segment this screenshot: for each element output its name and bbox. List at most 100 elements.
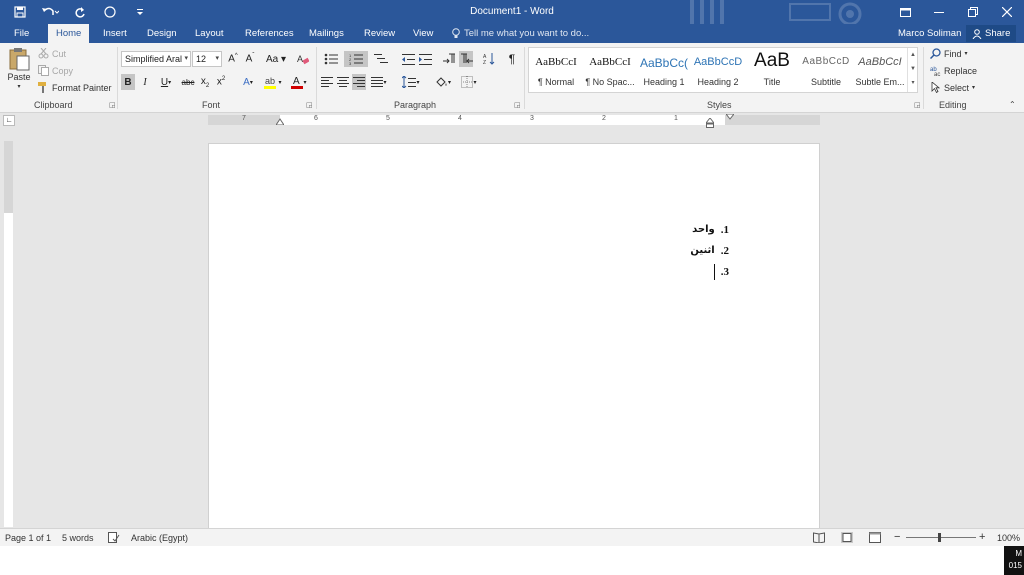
word-count[interactable]: 5 words bbox=[62, 533, 94, 543]
style-heading-1[interactable]: AaBbCc( Heading 1 bbox=[637, 48, 691, 92]
tab-layout[interactable]: Layout bbox=[187, 24, 232, 43]
show-formatting-marks-button[interactable]: ¶ bbox=[505, 51, 519, 67]
print-layout-icon[interactable] bbox=[841, 532, 853, 543]
subscript-button[interactable]: x2 bbox=[198, 74, 212, 90]
right-indent-marker-icon[interactable] bbox=[706, 118, 714, 128]
style-title[interactable]: AaB Title bbox=[745, 48, 799, 92]
document-page[interactable]: 1. واحد 2. اثنين 3. bbox=[208, 143, 820, 543]
close-button[interactable] bbox=[990, 0, 1024, 24]
style-heading-2[interactable]: AaBbCcD Heading 2 bbox=[691, 48, 745, 92]
style-normal[interactable]: AaBbCcI ¶ Normal bbox=[529, 48, 583, 92]
font-color-button[interactable]: A ▾ bbox=[288, 74, 310, 90]
svg-text:ac: ac bbox=[934, 72, 940, 76]
justify-button[interactable]: ▾ bbox=[368, 74, 390, 90]
text-effects-button[interactable]: A ▾ bbox=[238, 74, 258, 90]
paragraph-launcher-icon[interactable]: ◲ bbox=[514, 101, 521, 109]
shading-button[interactable]: ▾ bbox=[432, 74, 454, 90]
vertical-ruler[interactable] bbox=[4, 141, 13, 527]
zoom-slider-thumb[interactable] bbox=[938, 533, 941, 542]
zoom-out-button[interactable]: − bbox=[894, 531, 900, 543]
left-indent-marker-icon[interactable] bbox=[276, 117, 284, 125]
page-count[interactable]: Page 1 of 1 bbox=[5, 533, 51, 543]
tell-me-search[interactable]: Tell me what you want to do... bbox=[452, 28, 589, 39]
change-case-button[interactable]: Aa ▾ bbox=[265, 51, 287, 67]
highlight-button[interactable]: ab ▾ bbox=[262, 74, 284, 90]
zoom-slider[interactable] bbox=[906, 537, 976, 538]
style-no-spacing[interactable]: AaBbCcI ¶ No Spac... bbox=[583, 48, 637, 92]
strikethrough-button[interactable]: abc bbox=[179, 74, 197, 90]
language[interactable]: Arabic (Egypt) bbox=[131, 533, 188, 543]
highlighter-icon: ab bbox=[264, 76, 277, 89]
taskbar-clock[interactable]: M 015 bbox=[1004, 546, 1024, 575]
list-item[interactable]: 3. bbox=[690, 261, 729, 282]
font-launcher-icon[interactable]: ◲ bbox=[306, 101, 313, 109]
format-painter-button[interactable]: Format Painter bbox=[38, 82, 112, 93]
ribbon-display-options-button[interactable] bbox=[888, 0, 922, 24]
share-button[interactable]: Share bbox=[966, 25, 1017, 42]
shrink-font-button[interactable]: Aˇ bbox=[243, 51, 257, 67]
user-name[interactable]: Marco Soliman bbox=[898, 28, 961, 39]
collapse-ribbon-button[interactable]: ⌃ bbox=[1009, 100, 1016, 109]
borders-button[interactable]: ▾ bbox=[457, 74, 481, 90]
increase-indent-button[interactable] bbox=[418, 51, 432, 67]
text-cursor bbox=[713, 263, 715, 280]
cut-button[interactable]: Cut bbox=[38, 48, 66, 59]
tell-me-placeholder: Tell me what you want to do... bbox=[464, 28, 590, 39]
clear-formatting-button[interactable]: A bbox=[296, 51, 310, 67]
line-spacing-button[interactable]: ▾ bbox=[400, 74, 422, 90]
tab-mailings[interactable]: Mailings bbox=[301, 24, 352, 43]
chevron-up-icon[interactable]: ▲ bbox=[908, 48, 918, 62]
multilevel-list-button[interactable] bbox=[370, 51, 392, 67]
align-left-button[interactable] bbox=[320, 74, 334, 90]
tab-home[interactable]: Home bbox=[48, 24, 90, 43]
italic-button[interactable]: I bbox=[138, 74, 152, 90]
tab-review[interactable]: Review bbox=[356, 24, 403, 43]
tab-design[interactable]: Design bbox=[139, 24, 185, 43]
bold-icon: B bbox=[124, 76, 132, 88]
web-layout-icon[interactable] bbox=[869, 532, 881, 543]
list-item[interactable]: 2. اثنين bbox=[690, 240, 729, 261]
tab-view[interactable]: View bbox=[405, 24, 441, 43]
find-button[interactable]: Find ▾ bbox=[930, 48, 968, 59]
underline-button[interactable]: U ▾ bbox=[155, 74, 177, 90]
restore-button[interactable] bbox=[956, 0, 990, 24]
minimize-button[interactable] bbox=[922, 0, 956, 24]
clipboard-launcher-icon[interactable]: ◲ bbox=[109, 101, 116, 109]
more-styles-icon[interactable]: ▾ bbox=[908, 76, 918, 90]
font-name-combo[interactable]: Simplified Aral ▾ bbox=[121, 51, 191, 67]
styles-gallery-scroll[interactable]: ▲ ▼ ▾ bbox=[907, 48, 918, 92]
tab-file[interactable]: File bbox=[6, 24, 37, 43]
ruler-number: 6 bbox=[314, 115, 318, 122]
zoom-in-button[interactable]: + bbox=[979, 531, 985, 543]
styles-launcher-icon[interactable]: ◲ bbox=[914, 101, 921, 109]
horizontal-ruler[interactable]: 7 6 5 4 3 2 1 bbox=[208, 114, 820, 128]
bold-button[interactable]: B bbox=[121, 74, 135, 90]
grow-font-button[interactable]: A^ bbox=[226, 51, 240, 67]
align-center-button[interactable] bbox=[336, 74, 350, 90]
rtl-direction-button[interactable] bbox=[459, 51, 473, 67]
read-mode-icon[interactable] bbox=[813, 532, 825, 543]
zoom-level[interactable]: 100% bbox=[997, 533, 1020, 543]
align-right-button[interactable] bbox=[352, 74, 366, 90]
replace-button[interactable]: ab ac Replace bbox=[930, 65, 977, 77]
ltr-direction-button[interactable] bbox=[442, 51, 456, 67]
decrease-indent-button[interactable] bbox=[401, 51, 415, 67]
select-button[interactable]: Select ▾ bbox=[930, 82, 975, 93]
tab-insert[interactable]: Insert bbox=[95, 24, 135, 43]
sort-button[interactable]: AZ bbox=[482, 51, 496, 67]
numbering-button[interactable]: 123 bbox=[344, 51, 368, 67]
bullets-button[interactable] bbox=[320, 51, 342, 67]
font-size-combo[interactable]: 12 ▾ bbox=[192, 51, 222, 67]
style-subtitle[interactable]: AaBbCcD Subtitle bbox=[799, 48, 853, 92]
copy-button[interactable]: Copy bbox=[38, 65, 73, 76]
tab-references[interactable]: References bbox=[237, 24, 302, 43]
tab-selector-icon[interactable]: ∟ bbox=[3, 115, 15, 126]
list-text: اثنين bbox=[690, 245, 715, 256]
paste-button[interactable]: Paste ▾ bbox=[6, 47, 32, 90]
proofing-icon[interactable] bbox=[108, 532, 120, 543]
superscript-button[interactable]: x2 bbox=[214, 74, 228, 90]
chevron-down-icon[interactable]: ▼ bbox=[908, 62, 918, 76]
list-item[interactable]: 1. واحد bbox=[690, 219, 729, 240]
first-line-indent-marker-icon[interactable] bbox=[726, 114, 734, 120]
style-subtle-emphasis[interactable]: AaBbCcI Subtle Em... bbox=[853, 48, 907, 92]
